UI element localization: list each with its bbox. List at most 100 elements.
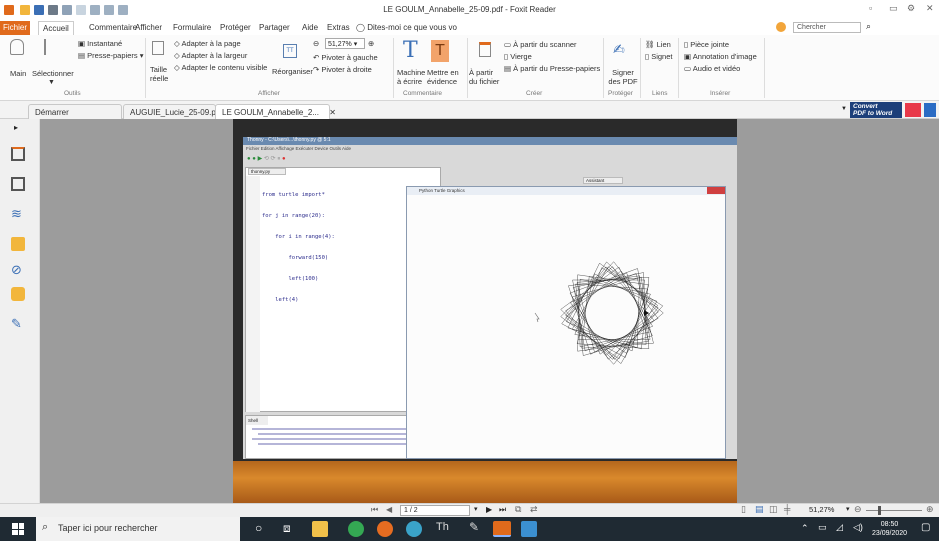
attachments-panel-icon[interactable]: ⊘ bbox=[11, 263, 25, 277]
status-zoom-in-icon[interactable]: ⊕ bbox=[926, 504, 934, 515]
thonny-icon[interactable]: Th bbox=[436, 521, 449, 533]
zoom-slider-track[interactable] bbox=[866, 510, 922, 511]
split-view-icon[interactable]: ╪ bbox=[784, 504, 790, 514]
image-annotation-button[interactable]: ▣ Annotation d'image bbox=[684, 52, 757, 61]
zoom-in-icon[interactable]: ⊕ bbox=[368, 39, 374, 48]
page-number-field[interactable]: 1 / 2 bbox=[400, 505, 470, 516]
zoom-out-icon[interactable]: ⊖ bbox=[313, 39, 319, 48]
cortana-icon[interactable]: ○ bbox=[255, 521, 262, 535]
typewriter-button[interactable]: Machine à écrire bbox=[397, 68, 429, 86]
menu-formulaire[interactable]: Formulaire bbox=[173, 23, 211, 32]
fit-visible-button[interactable]: ◇ Adapter le contenu visible bbox=[174, 63, 267, 72]
foxit-taskbar-icon[interactable] bbox=[493, 521, 511, 537]
rotate-left-button[interactable]: ↶ Pivoter à gauche bbox=[313, 53, 378, 62]
task-view-icon[interactable]: ⧈ bbox=[283, 521, 291, 536]
continuous-page-icon[interactable]: ▤ bbox=[755, 504, 764, 515]
blank-button[interactable]: ▯ Vierge bbox=[504, 52, 532, 61]
fit-page-button[interactable]: ◇ Adapter à la page bbox=[174, 39, 241, 48]
menu-commentaire[interactable]: Commentaire bbox=[89, 23, 137, 32]
zoom-slider-thumb[interactable] bbox=[878, 506, 881, 515]
reflow-icon[interactable]: ⇄ bbox=[530, 504, 538, 515]
link-button[interactable]: ⛓ Lien bbox=[645, 40, 671, 49]
search-glass-icon: ⌕ bbox=[42, 521, 49, 533]
tab-dropdown-icon[interactable]: ▼ bbox=[841, 106, 847, 112]
clipboard-button[interactable]: ▤ Presse-papiers ▾ bbox=[78, 51, 143, 60]
tray-chevron-icon[interactable]: ⌃ bbox=[801, 523, 809, 534]
search-input[interactable]: Chercher bbox=[793, 22, 861, 33]
menu-partager[interactable]: Partager bbox=[259, 23, 290, 32]
battery-icon[interactable]: ▭ bbox=[818, 522, 827, 533]
fit-width-button[interactable]: ◇ Adapter à la largeur bbox=[174, 51, 247, 60]
signature-panel-icon[interactable]: ✎ bbox=[11, 317, 25, 331]
attachment-button[interactable]: ▯ Pièce jointe bbox=[684, 40, 729, 49]
tab-le-goulm-label: LE GOULM_Annabelle_2... bbox=[222, 108, 319, 117]
file-explorer-icon[interactable] bbox=[312, 521, 328, 537]
document-tab-bar: Démarrer AUGUIE_Lucie_25-09.pdf LE GOULM… bbox=[0, 101, 939, 119]
minimize-icon[interactable]: ▭ bbox=[889, 3, 898, 14]
expand-panel-icon[interactable]: ▸ bbox=[14, 123, 18, 132]
from-scanner-label: À partir du scanner bbox=[513, 40, 577, 49]
first-page-icon[interactable]: ⏮ bbox=[371, 505, 378, 515]
rotate-right-button[interactable]: ↷ Pivoter à droite bbox=[313, 65, 372, 74]
windows-start-icon[interactable] bbox=[12, 523, 24, 535]
status-zoom-value: 51,27% bbox=[809, 505, 835, 514]
zoom-dropdown-icon[interactable]: ▾ bbox=[846, 505, 850, 513]
firefox-icon[interactable] bbox=[377, 521, 393, 537]
main-tool-label[interactable]: Main bbox=[10, 69, 26, 78]
last-page-icon[interactable]: ⏭ bbox=[499, 505, 506, 515]
ribbon-options-icon[interactable]: ▫ bbox=[869, 3, 872, 13]
bookmarks-panel-icon[interactable] bbox=[11, 147, 25, 161]
highlight-button[interactable]: Mettre en évidence bbox=[427, 68, 465, 86]
status-zoom-out-icon[interactable]: ⊖ bbox=[854, 504, 862, 515]
tab-demarrer[interactable]: Démarrer bbox=[28, 104, 122, 119]
bookmark-button[interactable]: ▯ Signet bbox=[645, 52, 673, 61]
audio-video-button[interactable]: ▭ Audio et vidéo bbox=[684, 64, 740, 73]
tab-auguie[interactable]: AUGUIE_Lucie_25-09.pdf bbox=[123, 104, 223, 119]
menu-accueil[interactable]: Accueil bbox=[38, 21, 74, 35]
menu-fichier[interactable]: Fichier bbox=[0, 21, 30, 35]
from-clipboard-button[interactable]: ▤ À partir du Presse-papiers bbox=[504, 64, 600, 73]
security-panel-icon[interactable] bbox=[11, 287, 25, 301]
from-file-button[interactable]: À partir du fichier bbox=[469, 68, 501, 86]
page-dropdown-icon[interactable]: ▾ bbox=[474, 505, 478, 513]
menu-proteger[interactable]: Protéger bbox=[220, 23, 251, 32]
select-dropdown-icon[interactable]: ▼ bbox=[48, 79, 55, 86]
tab-le-goulm[interactable]: LE GOULM_Annabelle_2... ✕ bbox=[215, 104, 336, 119]
pages-panel-icon[interactable] bbox=[11, 177, 25, 191]
layers-panel-icon[interactable]: ≋ bbox=[11, 207, 25, 221]
close-tab-icon[interactable]: ✕ bbox=[329, 108, 336, 117]
close-icon[interactable]: ✕ bbox=[926, 3, 934, 14]
chrome-alt-icon[interactable] bbox=[406, 521, 422, 537]
notifications-icon[interactable]: ▢ bbox=[921, 522, 930, 533]
pen-app-icon[interactable]: ✎ bbox=[469, 520, 479, 534]
chrome-icon[interactable] bbox=[348, 521, 364, 537]
single-page-icon[interactable]: ▯ bbox=[741, 504, 746, 515]
view-mode-icon[interactable]: ⧉ bbox=[515, 504, 521, 515]
taskbar-clock[interactable]: 08:50 23/09/2020 bbox=[872, 520, 907, 538]
snapshot-button[interactable]: ▣ Instantané bbox=[78, 39, 122, 48]
convert-pdf-to-word-banner[interactable]: Convert PDF to Word bbox=[850, 102, 902, 118]
prev-page-icon[interactable]: ◀ bbox=[386, 505, 392, 514]
actual-size-button[interactable]: Taille réelle bbox=[150, 65, 170, 83]
photos-icon[interactable] bbox=[521, 521, 537, 537]
tell-me-text: Dites-moi ce que vous vo bbox=[367, 23, 458, 32]
taskbar-search-box[interactable]: ⌕ Taper ici pour rechercher bbox=[36, 517, 240, 541]
volume-icon[interactable]: ◁) bbox=[853, 522, 863, 533]
sign-pdf-button[interactable]: Signer des PDF bbox=[608, 68, 638, 86]
network-icon[interactable]: ◿ bbox=[836, 522, 843, 533]
notification-icon[interactable] bbox=[776, 22, 786, 32]
menu-aide[interactable]: Aide bbox=[302, 23, 318, 32]
facing-page-icon[interactable]: ◫ bbox=[769, 504, 778, 515]
next-page-icon[interactable]: ▶ bbox=[486, 505, 492, 514]
zoom-field[interactable]: 51,27% ▾ bbox=[325, 38, 365, 49]
from-scanner-button[interactable]: ▭ À partir du scanner bbox=[504, 40, 577, 49]
fit-page-label: Adapter à la page bbox=[181, 39, 241, 48]
reorganize-button[interactable]: Réorganiser bbox=[272, 67, 313, 76]
tell-me-input[interactable]: ◯ Dites-moi ce que vous vo bbox=[356, 23, 457, 32]
comments-panel-icon[interactable] bbox=[11, 237, 25, 251]
search-icon[interactable]: ⌕ bbox=[866, 21, 871, 32]
menu-afficher[interactable]: Afficher bbox=[135, 23, 162, 32]
menu-extras[interactable]: Extras bbox=[327, 23, 350, 32]
restore-icon[interactable]: ⚙ bbox=[907, 3, 915, 14]
select-tool-label[interactable]: Sélectionner bbox=[32, 69, 74, 78]
